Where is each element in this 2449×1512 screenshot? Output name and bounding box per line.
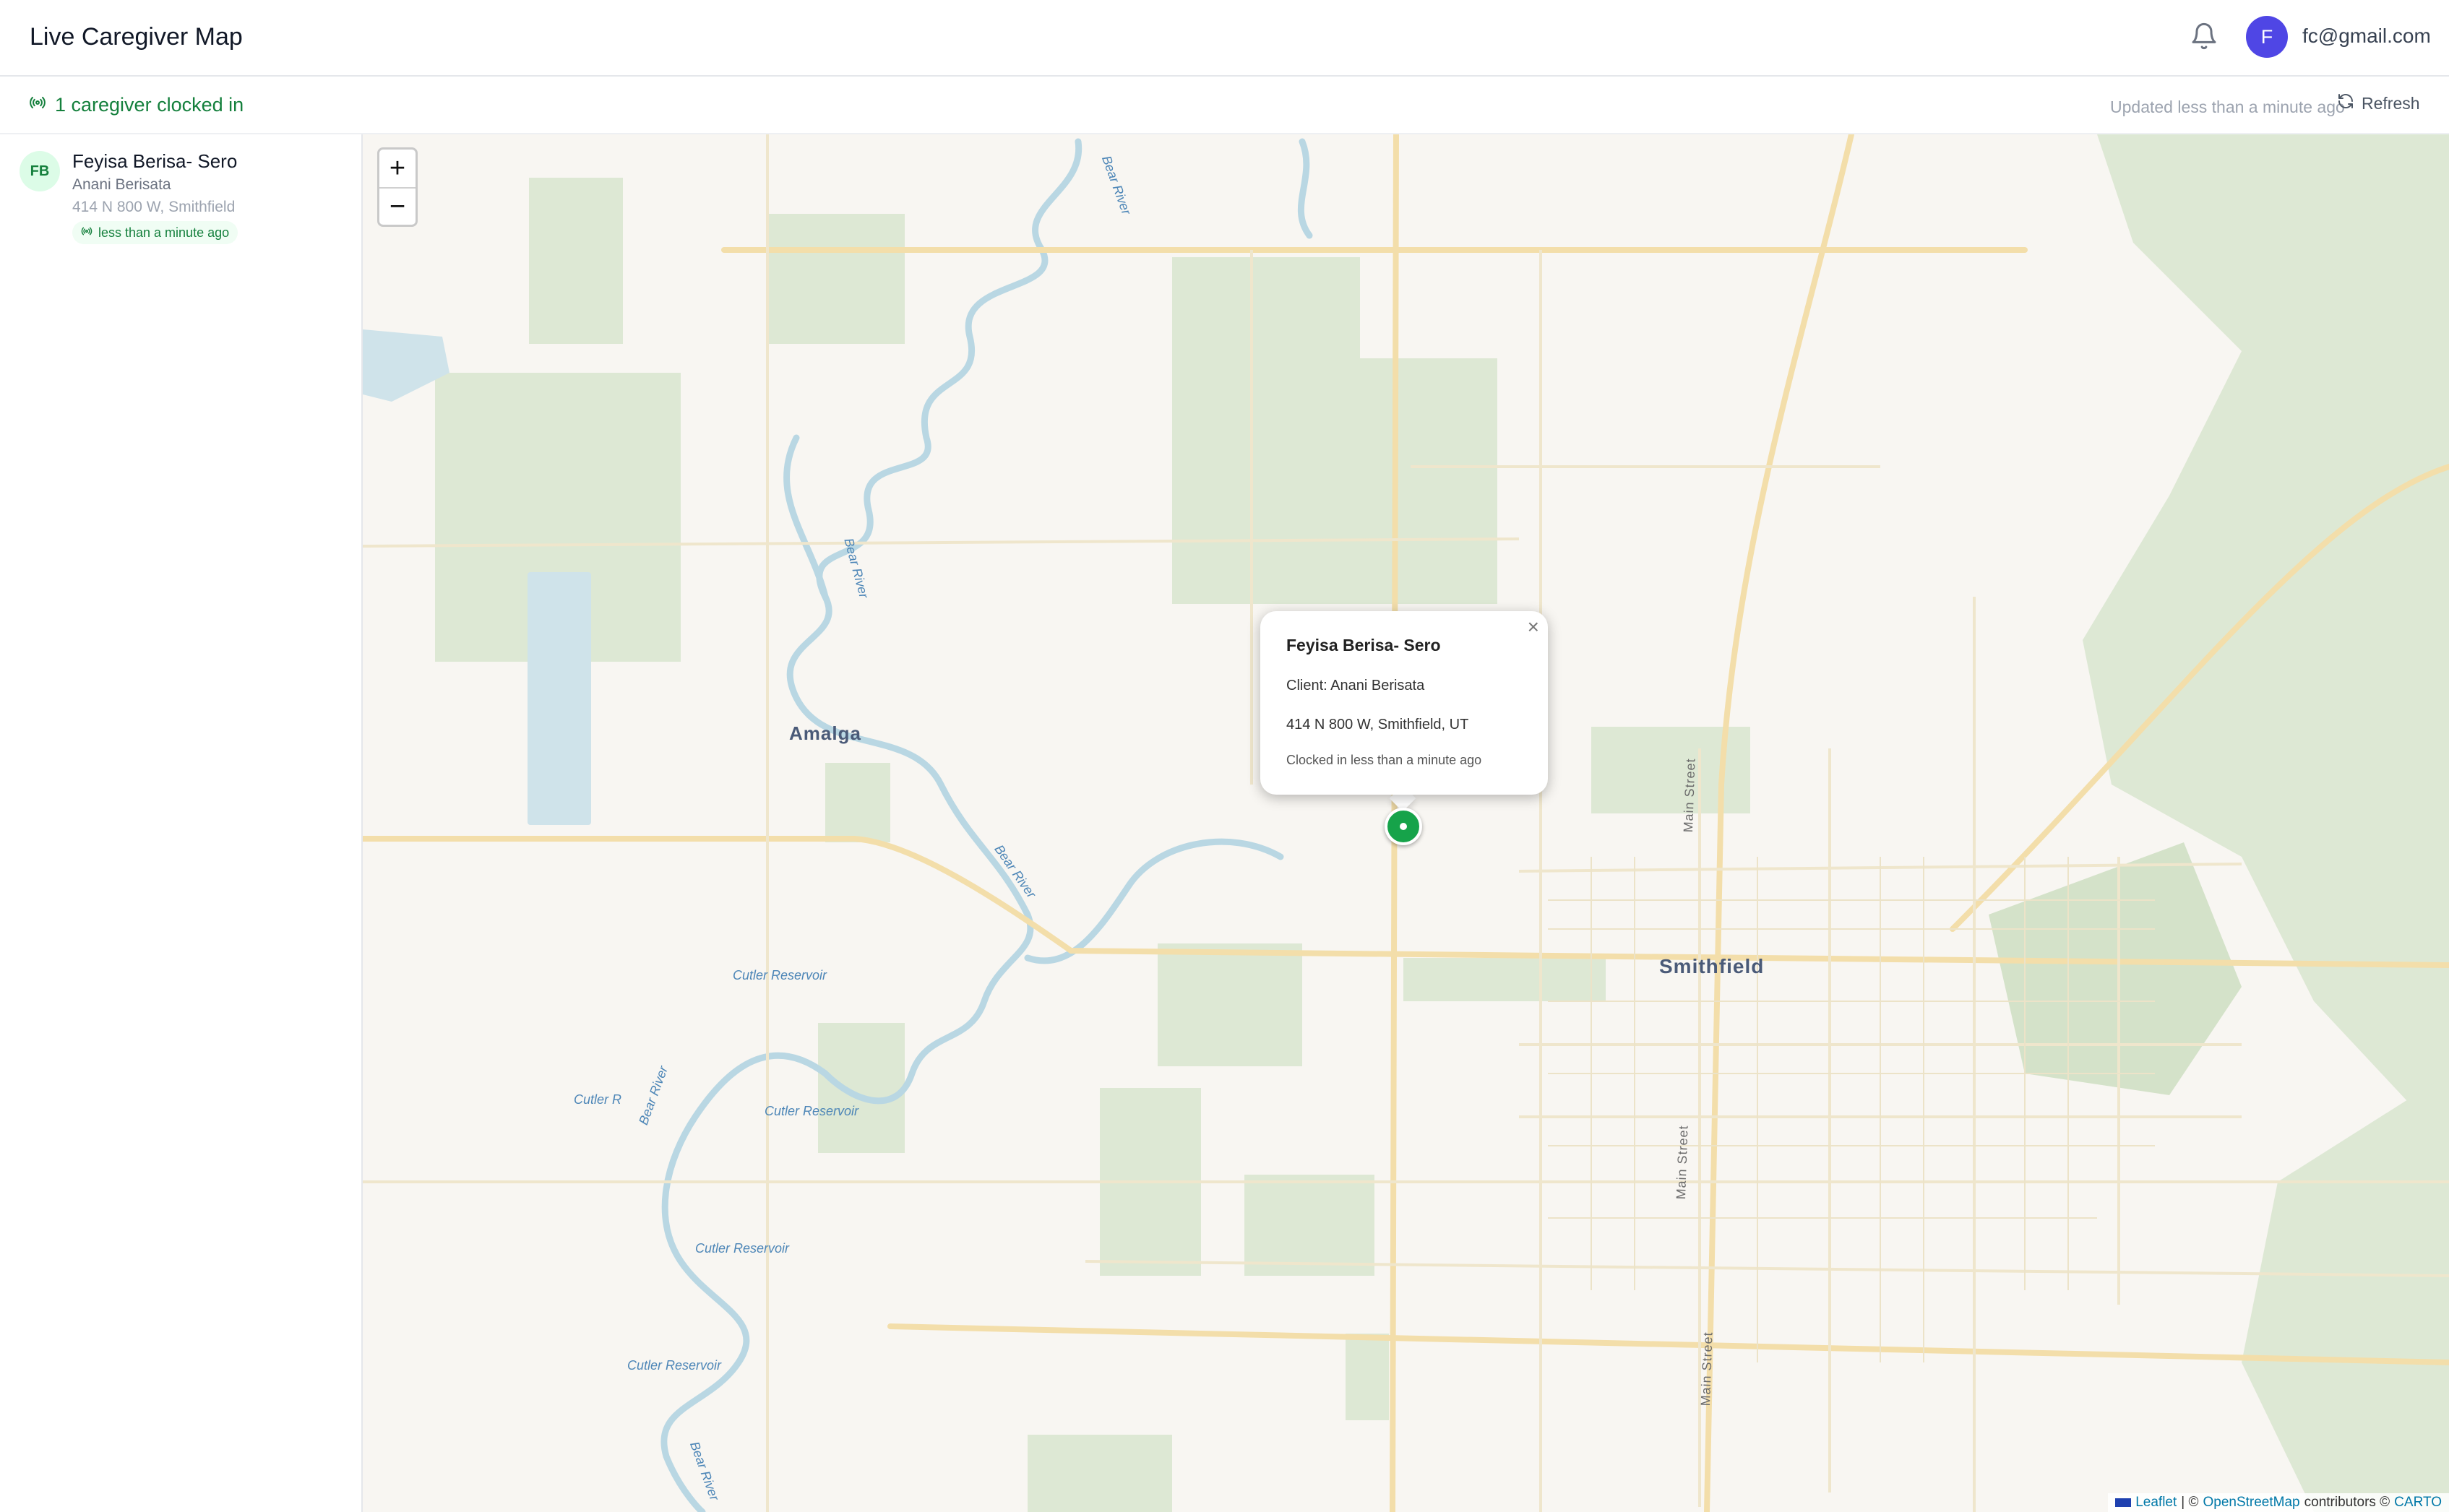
popup-title: Feyisa Berisa- Sero xyxy=(1286,636,1441,655)
popup-time: Clocked in less than a minute ago xyxy=(1286,753,1482,767)
park-area xyxy=(1172,358,1497,604)
leaflet-link[interactable]: Leaflet xyxy=(2135,1495,2177,1511)
water-label-cutler-reservoir: Cutler Reservoir xyxy=(765,1104,859,1118)
broadcast-icon xyxy=(29,94,46,116)
river-line xyxy=(783,434,829,600)
zoom-control: + − xyxy=(377,147,418,227)
park-area xyxy=(529,178,623,344)
refresh-label: Refresh xyxy=(2362,93,2420,113)
park-area xyxy=(2242,1073,2449,1512)
broadcast-icon xyxy=(81,225,92,241)
caregiver-avatar: FB xyxy=(20,151,60,191)
marker-popup: × Feyisa Berisa- Sero Client: Anani Beri… xyxy=(1260,611,1548,795)
status-bar: 1 caregiver clocked in Updated less than… xyxy=(0,77,2449,134)
user-email[interactable]: fc@gmail.com xyxy=(2302,25,2431,48)
caregiver-address: 414 N 800 W, Smithfield xyxy=(72,199,236,215)
water-label-cutler-reservoir: Cutler R xyxy=(574,1092,622,1107)
list-item[interactable]: FB Feyisa Berisa- Sero Anani Berisata 41… xyxy=(0,134,361,250)
page-title: Live Caregiver Map xyxy=(30,23,243,51)
water-label-cutler-reservoir: Cutler Reservoir xyxy=(733,968,827,982)
park-area xyxy=(1172,257,1360,358)
clocked-in-status: 1 caregiver clocked in xyxy=(29,94,244,116)
park-area xyxy=(818,1023,905,1153)
park-area xyxy=(1989,842,2242,1095)
park-area xyxy=(1158,943,1302,1066)
caregiver-name: Feyisa Berisa- Sero xyxy=(72,150,238,172)
osm-link[interactable]: OpenStreetMap xyxy=(2203,1495,2299,1511)
refresh-button[interactable]: Refresh xyxy=(2337,92,2420,114)
road-label-main-street: Main Street xyxy=(1698,1331,1716,1407)
avatar[interactable]: F xyxy=(2246,16,2288,58)
river-line xyxy=(1024,838,1284,964)
clocked-in-text: 1 caregiver clocked in xyxy=(55,94,244,116)
place-label-smithfield: Smithfield xyxy=(1659,955,1765,977)
leaflet-flag-icon xyxy=(2115,1498,2132,1507)
map-canvas[interactable]: + − Amalga Smithfield Bear River Bear Ri… xyxy=(363,134,2449,1512)
popup-client: Client: Anani Berisata xyxy=(1286,678,1425,694)
road-label-main-street: Main Street xyxy=(1681,758,1698,833)
caregiver-client: Anani Berisata xyxy=(72,176,171,193)
caregiver-marker[interactable] xyxy=(1385,808,1422,845)
status-badge: less than a minute ago xyxy=(72,221,238,244)
map-attribution: Leaflet | © OpenStreetMap contributors ©… xyxy=(2108,1493,2449,1512)
refresh-icon xyxy=(2337,92,2354,114)
zoom-out-button[interactable]: − xyxy=(379,187,416,225)
water-label-cutler-reservoir: Cutler Reservoir xyxy=(695,1241,790,1256)
park-area xyxy=(1028,1435,1172,1512)
road-label-main-street: Main Street xyxy=(1674,1125,1691,1200)
park-area xyxy=(1244,1175,1374,1276)
park-area xyxy=(767,214,905,344)
road-line xyxy=(887,1323,2449,1365)
attribution-contributors: contributors © xyxy=(2304,1495,2390,1510)
park-area xyxy=(1346,1334,1389,1420)
water-area xyxy=(528,572,591,825)
carto-link[interactable]: CARTO xyxy=(2394,1495,2442,1511)
park-area xyxy=(1403,958,1606,1001)
attribution-sep: | © xyxy=(2181,1495,2199,1510)
popup-address: 414 N 800 W, Smithfield, UT xyxy=(1286,717,1469,733)
updated-timestamp: Updated less than a minute ago xyxy=(2110,98,2345,116)
river-line xyxy=(1297,138,1313,239)
water-label-cutler-reservoir: Cutler Reservoir xyxy=(627,1358,722,1373)
zoom-in-button[interactable]: + xyxy=(379,150,416,187)
close-icon[interactable]: × xyxy=(1528,615,1539,639)
park-area xyxy=(825,763,890,842)
bell-icon[interactable] xyxy=(2190,22,2218,51)
badge-text: less than a minute ago xyxy=(98,225,230,240)
place-label-amalga: Amalga xyxy=(789,722,861,744)
app-header: Live Caregiver Map F fc@gmail.com xyxy=(0,0,2449,77)
caregiver-sidebar: FB Feyisa Berisa- Sero Anani Berisata 41… xyxy=(0,134,363,1512)
